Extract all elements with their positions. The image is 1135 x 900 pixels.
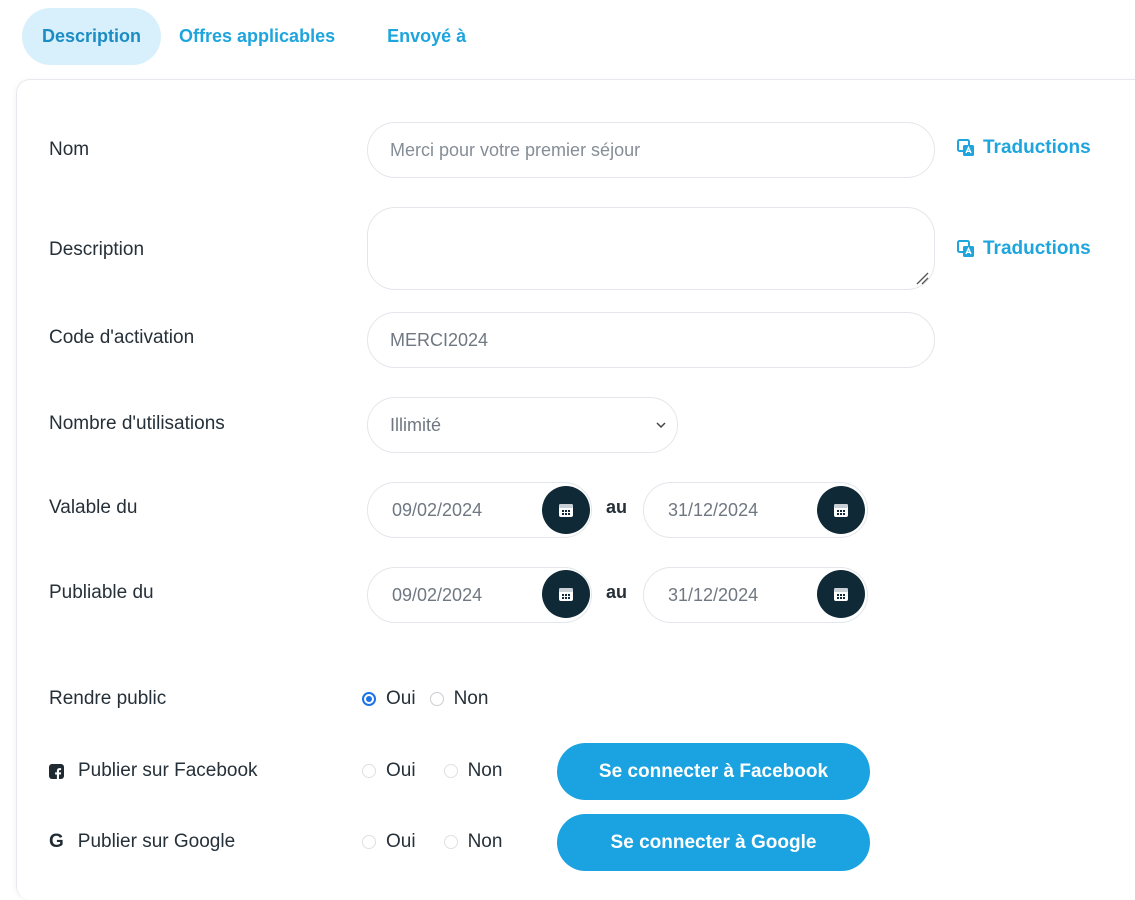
public-label: Rendre public — [49, 688, 167, 709]
google-no-label: Non — [467, 831, 503, 852]
google-no-radio[interactable] — [443, 835, 458, 849]
description-textarea[interactable] — [367, 207, 935, 290]
description-label: Description — [49, 239, 145, 260]
tab-envoye-a[interactable]: Envoyé à — [367, 8, 486, 65]
description-translations-link[interactable]: Traductions — [957, 238, 1091, 260]
valid-label: Valable du — [49, 497, 138, 518]
public-no-option[interactable]: Non — [429, 688, 489, 710]
translate-icon — [957, 240, 974, 257]
public-yes-radio[interactable] — [362, 692, 376, 706]
usage-select[interactable]: Illimité — [367, 397, 678, 453]
tab-offres-applicables[interactable]: Offres applicables — [159, 8, 355, 65]
valid-to-date: 31/12/2024 — [668, 500, 759, 520]
nom-input[interactable] — [367, 122, 935, 178]
publishable-separator: au — [606, 582, 628, 602]
facebook-yes-radio[interactable] — [362, 764, 376, 778]
chevron-down-icon — [656, 422, 666, 429]
connect-google-button[interactable]: Se connecter à Google — [557, 814, 870, 871]
public-no-label: Non — [453, 688, 489, 709]
description-translations-label: Traductions — [983, 238, 1091, 259]
valid-to-calendar-button[interactable] — [817, 486, 865, 534]
resize-grip-icon[interactable] — [915, 271, 929, 285]
calendar-icon — [834, 588, 848, 601]
facebook-label: Publier sur Facebook — [78, 760, 258, 781]
google-icon: G — [49, 831, 64, 852]
public-yes-option[interactable]: Oui — [362, 688, 416, 710]
tab-description[interactable]: Description — [22, 8, 162, 65]
calendar-icon — [834, 504, 848, 517]
google-label-row: G Publier sur Google — [49, 831, 235, 853]
nom-translations-link[interactable]: Traductions — [957, 137, 1091, 159]
facebook-no-option[interactable]: Non — [443, 760, 503, 782]
valid-from-date: 09/02/2024 — [392, 500, 483, 520]
nom-label: Nom — [49, 139, 90, 160]
calendar-icon — [559, 504, 573, 517]
google-radio-group: Oui Non — [362, 831, 502, 853]
public-no-radio[interactable] — [429, 692, 444, 706]
valid-separator: au — [606, 497, 628, 517]
facebook-icon — [49, 763, 64, 780]
public-yes-label: Oui — [386, 688, 416, 709]
activation-code-input[interactable] — [367, 312, 935, 368]
publishable-from-date: 09/02/2024 — [392, 585, 483, 605]
publishable-from-calendar-button[interactable] — [542, 570, 590, 618]
publishable-to-calendar-button[interactable] — [817, 570, 865, 618]
facebook-radio-group: Oui Non — [362, 760, 502, 782]
facebook-no-label: Non — [467, 760, 503, 781]
facebook-yes-label: Oui — [386, 760, 416, 781]
usage-label: Nombre d'utilisations — [49, 413, 225, 434]
tab-bar: Description Offres applicables Envoyé à — [22, 8, 498, 65]
valid-from-calendar-button[interactable] — [542, 486, 590, 534]
google-no-option[interactable]: Non — [443, 831, 503, 853]
publishable-label: Publiable du — [49, 582, 154, 603]
facebook-label-row: Publier sur Facebook — [49, 760, 258, 782]
google-label: Publier sur Google — [77, 831, 236, 852]
google-yes-option[interactable]: Oui — [362, 831, 416, 853]
publishable-to-date: 31/12/2024 — [668, 585, 759, 605]
public-radio-group: Oui Non — [362, 688, 488, 710]
translate-icon — [957, 139, 974, 156]
calendar-icon — [559, 588, 573, 601]
facebook-yes-option[interactable]: Oui — [362, 760, 416, 782]
connect-facebook-button[interactable]: Se connecter à Facebook — [557, 743, 870, 800]
google-yes-radio[interactable] — [362, 835, 376, 849]
usage-selected-value: Illimité — [390, 415, 442, 435]
google-yes-label: Oui — [386, 831, 416, 852]
code-label: Code d'activation — [49, 327, 195, 348]
nom-translations-label: Traductions — [983, 137, 1091, 158]
facebook-no-radio[interactable] — [443, 764, 458, 778]
